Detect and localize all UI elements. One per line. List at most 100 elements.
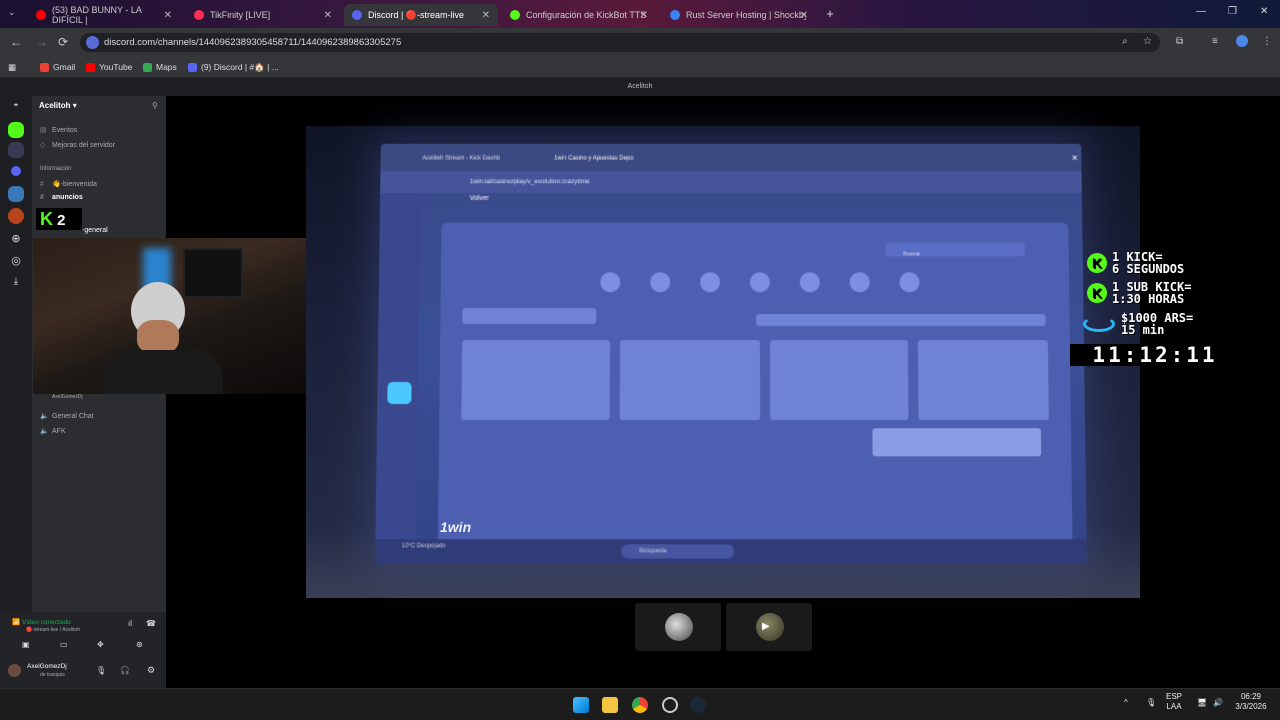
obs-icon[interactable] xyxy=(662,697,678,713)
add-server-icon[interactable]: ⊕ xyxy=(8,232,24,248)
tab-discord[interactable]: Discord | 🔴-stream-live ✕ xyxy=(344,4,498,26)
bookmark-gmail[interactable]: Gmail xyxy=(40,62,75,72)
hash-icon: # xyxy=(40,194,44,201)
extensions-icon[interactable]: ⧉ xyxy=(1176,36,1183,47)
media-icon[interactable]: ≡ xyxy=(1212,36,1218,47)
close-tab-icon[interactable]: ✕ xyxy=(164,10,172,21)
maximize-button[interactable]: ❐ xyxy=(1228,6,1237,17)
tab-tikfinity[interactable]: TikFinity [LIVE] ✕ xyxy=(186,4,340,26)
address-bar[interactable]: discord.com/channels/1440962389305458711… xyxy=(80,33,1160,52)
participant-avatar xyxy=(756,613,784,641)
network-icon[interactable]: 🖥 xyxy=(1197,698,1207,708)
filmed-tab: Acelitoh Stream - Kick Dashb xyxy=(422,155,500,162)
disconnect-icon[interactable]: ☎ xyxy=(146,619,156,628)
bookmark-discord[interactable]: (9) Discord | #🏠 | ... xyxy=(188,62,279,73)
server-icon[interactable] xyxy=(8,142,24,158)
bookmark-maps[interactable]: Maps xyxy=(143,62,177,72)
headphone-icon[interactable]: 🎧 xyxy=(120,666,130,675)
zoom-icon[interactable]: ⌕ xyxy=(1122,36,1128,47)
bookmark-youtube[interactable]: YouTube xyxy=(86,62,132,72)
activity-icon[interactable]: ✥ xyxy=(97,640,104,649)
download-icon[interactable]: ⤓ xyxy=(8,276,24,292)
volume-icon[interactable]: 🔊 xyxy=(1213,698,1223,708)
chrome-icon[interactable] xyxy=(632,697,648,713)
rule-line: 1:30 HORAS xyxy=(1112,292,1185,306)
close-tab-icon[interactable]: ✕ xyxy=(800,10,808,21)
tab-youtube[interactable]: (53) BAD BUNNY - LA DIFÍCIL | ✕ xyxy=(28,4,180,26)
server-icon[interactable] xyxy=(11,166,21,176)
tab-label: (53) BAD BUNNY - LA DIFÍCIL | xyxy=(52,5,142,25)
channel-anuncios[interactable]: # anuncios xyxy=(40,194,83,201)
tab-search-icon[interactable]: ⌄ xyxy=(8,7,16,18)
category-informacion[interactable]: Información xyxy=(40,166,71,172)
username[interactable]: AxelGomezDj xyxy=(27,663,67,670)
steam-icon[interactable] xyxy=(690,697,706,713)
channel-general-chat[interactable]: 🔈 General Chat xyxy=(40,412,94,421)
boost-icon: ◇ xyxy=(40,142,46,149)
tab-label: Configuración de KickBot TTS xyxy=(526,10,647,20)
mic-tray-icon[interactable]: 🎙 xyxy=(1146,698,1156,708)
server-icon[interactable] xyxy=(8,208,24,224)
soundboard-icon[interactable]: ⊛ xyxy=(136,640,143,649)
participant-tile[interactable]: ▶ xyxy=(726,603,812,651)
close-window-button[interactable]: ✕ xyxy=(1260,6,1268,17)
participant-tile[interactable] xyxy=(635,603,721,651)
voice-channel[interactable]: 🔴-stream-live / Acelitoh xyxy=(26,627,80,633)
close-tab-icon[interactable]: ✕ xyxy=(640,10,648,21)
invite-icon[interactable]: ⚲ xyxy=(152,101,158,110)
youtube-icon xyxy=(36,10,46,20)
tab-label: Discord | 🔴-stream-live xyxy=(368,9,465,20)
close-tab-icon[interactable]: ✕ xyxy=(482,10,490,21)
input-language[interactable]: ESP LAA xyxy=(1166,692,1182,712)
bookmark-label: Gmail xyxy=(53,62,76,72)
channel-boosts[interactable]: ◇ Mejoras del servidor xyxy=(40,141,115,150)
discord-home-icon[interactable]: ◓ xyxy=(8,100,24,116)
rule-line: 15 min xyxy=(1121,323,1165,337)
avatar[interactable] xyxy=(8,664,21,677)
server-icon[interactable] xyxy=(8,186,24,202)
channel-eventos[interactable]: ▤ Eventos xyxy=(40,126,78,135)
kickbot-icon xyxy=(510,10,520,20)
mic-icon[interactable]: 🎙 xyxy=(96,666,106,675)
clock[interactable]: 06:29 3/3/2026 xyxy=(1231,692,1271,712)
minimize-button[interactable]: — xyxy=(1196,6,1206,17)
site-info-icon[interactable] xyxy=(86,36,99,49)
profile-avatar[interactable] xyxy=(1236,35,1248,47)
voice-user[interactable]: AxelGomezDj xyxy=(52,394,83,400)
filmed-weather: 10°C Despejado xyxy=(401,543,446,550)
tab-kickbot[interactable]: Configuración de KickBot TTS ✕ xyxy=(502,4,656,26)
server-name[interactable]: Acelitoh ▾ xyxy=(39,101,77,110)
filmed-game-card xyxy=(917,340,1049,421)
channel-bienvenida[interactable]: # 👋-bienvenida xyxy=(40,180,97,189)
server-kick-icon[interactable] xyxy=(8,122,24,138)
back-icon[interactable]: ← xyxy=(10,35,22,49)
menu-icon[interactable]: ⋮ xyxy=(1262,36,1272,47)
signal-icon: 📶 xyxy=(12,619,21,626)
channel-afk[interactable]: 🔈 AFK xyxy=(40,427,66,436)
user-status: de tranquis xyxy=(40,672,65,678)
noise-icon[interactable]: ıl xyxy=(128,619,132,628)
tv xyxy=(183,248,243,298)
reload-icon[interactable]: ⟳ xyxy=(58,35,68,49)
filmed-game-card xyxy=(461,340,611,421)
channel-general[interactable]: -general xyxy=(82,227,108,234)
close-tab-icon[interactable]: ✕ xyxy=(324,10,332,21)
file-explorer-icon[interactable] xyxy=(602,697,618,713)
new-tab-button[interactable]: + xyxy=(822,6,838,22)
discover-icon[interactable]: ◎ xyxy=(8,254,24,270)
settings-gear-icon[interactable]: ⚙ xyxy=(147,665,155,676)
bookmark-star-icon[interactable]: ☆ xyxy=(1143,36,1152,47)
tab-shockbyte[interactable]: Rust Server Hosting | Shockbyte ✕ xyxy=(662,4,816,26)
voice-user-label: AxelGomezDj xyxy=(52,394,83,400)
filmed-block xyxy=(755,314,1046,327)
kick-rule-3: $1000 ARS= 15 min xyxy=(1083,312,1193,336)
tray-overflow-icon[interactable]: ^ xyxy=(1124,698,1128,708)
apps-icon[interactable]: ▦ xyxy=(8,62,16,73)
forward-icon[interactable]: → xyxy=(36,35,48,49)
channel-label: Eventos xyxy=(52,126,78,134)
tikfinity-icon xyxy=(194,10,204,20)
camera-icon[interactable]: ▣ xyxy=(22,640,30,649)
screenshare-icon[interactable]: ▭ xyxy=(60,640,68,649)
start-button[interactable] xyxy=(573,697,589,713)
filmed-category xyxy=(799,272,820,293)
